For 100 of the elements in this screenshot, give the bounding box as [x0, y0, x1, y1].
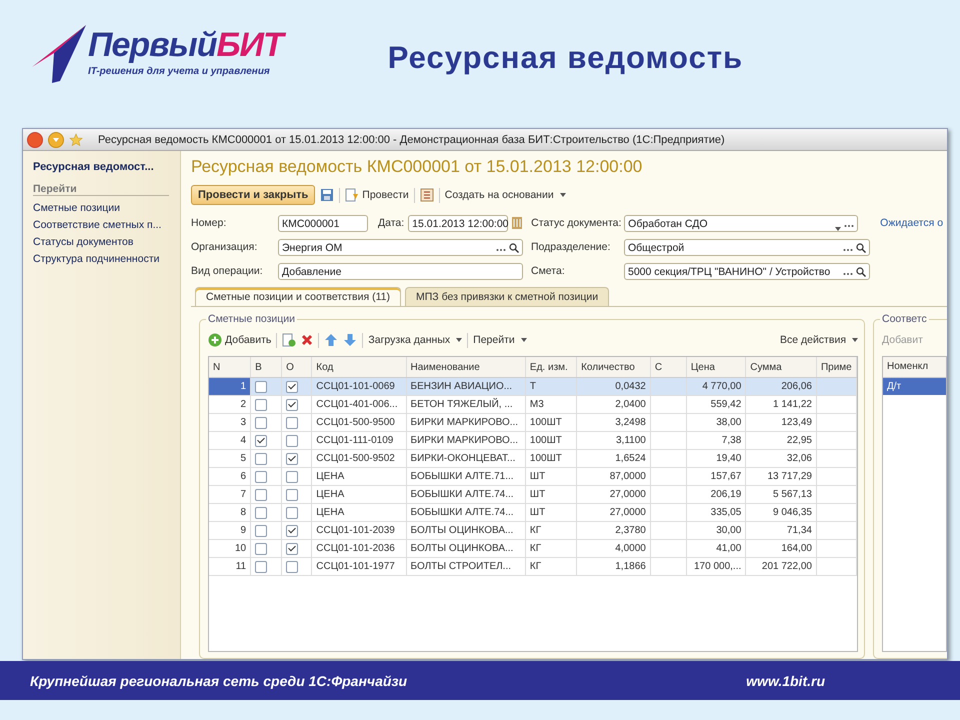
- column-header[interactable]: Количество: [576, 357, 650, 378]
- create-based-on-button[interactable]: Создать на основании: [444, 189, 566, 201]
- checkbox[interactable]: [286, 488, 298, 500]
- checkbox[interactable]: [286, 524, 298, 536]
- tab[interactable]: МПЗ без привязки к сметной позиции: [405, 287, 610, 306]
- date-field[interactable]: 15.01.2013 12:00:00: [408, 214, 508, 232]
- table-cell: ССЦ01-111-0109: [312, 432, 406, 450]
- column-header[interactable]: Наименование: [406, 357, 526, 378]
- app-logo-icon[interactable]: [27, 132, 43, 148]
- checkbox[interactable]: [255, 488, 268, 500]
- column-header[interactable]: Приме: [816, 357, 856, 378]
- table-cell: 1,6524: [576, 450, 650, 468]
- column-header[interactable]: Сумма: [746, 357, 816, 378]
- table-cell: 27,0000: [576, 486, 650, 504]
- column-header[interactable]: N: [209, 357, 251, 378]
- number-field[interactable]: КМС000001: [278, 214, 368, 232]
- table-cell: 7,38: [686, 432, 746, 450]
- tab[interactable]: Сметные позиции и соответствия (11): [195, 287, 402, 306]
- plus-icon: [208, 333, 222, 347]
- checkbox[interactable]: [286, 560, 298, 572]
- table-cell: 206,19: [686, 486, 746, 504]
- checkbox[interactable]: [286, 416, 298, 428]
- table-cell: 123,49: [746, 414, 816, 432]
- menu-icon[interactable]: [48, 132, 64, 148]
- column-header[interactable]: В: [250, 357, 282, 378]
- row-number-cell: 11: [209, 558, 251, 576]
- load-data-button[interactable]: Загрузка данных: [368, 334, 462, 346]
- table-cell: 2,3780: [576, 522, 650, 540]
- post-and-close-button[interactable]: Провести и закрыть: [191, 185, 316, 205]
- field-label: Статус документа:: [531, 217, 622, 229]
- save-icon[interactable]: [320, 188, 334, 202]
- column-header[interactable]: О: [282, 357, 312, 378]
- column-header[interactable]: Цена: [686, 357, 746, 378]
- checkbox[interactable]: [286, 542, 298, 554]
- column-header[interactable]: Код: [312, 357, 406, 378]
- table-cell: КГ: [525, 522, 577, 540]
- checkbox[interactable]: [286, 452, 298, 464]
- table-cell: БОБЫШКИ АЛТЕ.74...: [406, 504, 526, 522]
- checkbox[interactable]: [255, 524, 268, 536]
- checkbox[interactable]: [255, 506, 268, 518]
- department-field[interactable]: Общестрой: [624, 238, 870, 256]
- calendar-icon[interactable]: [511, 216, 524, 230]
- table-cell: ШТ: [525, 468, 577, 486]
- ellipsis-icon[interactable]: [843, 272, 853, 276]
- table-cell: 3,2498: [576, 414, 650, 432]
- table-cell: ЦЕНА: [312, 468, 406, 486]
- operation-type-field[interactable]: Добавление: [278, 262, 523, 280]
- checkbox[interactable]: [286, 434, 298, 446]
- column-header[interactable]: Ед. изм.: [525, 357, 577, 378]
- search-icon[interactable]: [856, 242, 866, 252]
- logo-tagline: IT-решения для учета и управления: [88, 66, 271, 77]
- organization-field[interactable]: Энергия ОМ: [278, 238, 523, 256]
- column-header[interactable]: С: [650, 357, 686, 378]
- checkbox[interactable]: [255, 398, 268, 410]
- search-icon[interactable]: [509, 242, 519, 252]
- checkbox[interactable]: [255, 452, 268, 464]
- sidebar-link[interactable]: Соответствие сметных п...: [33, 217, 162, 234]
- checkbox[interactable]: [255, 434, 268, 446]
- sidebar-link[interactable]: Статусы документов: [33, 234, 134, 251]
- report-icon[interactable]: [420, 188, 434, 202]
- checkbox[interactable]: [255, 380, 268, 392]
- table-cell: 206,06: [746, 378, 816, 396]
- checkbox[interactable]: [255, 560, 268, 572]
- checkbox[interactable]: [255, 470, 268, 482]
- search-icon[interactable]: [856, 266, 866, 276]
- status-field[interactable]: Обработан СДО: [624, 214, 858, 232]
- checkbox[interactable]: [255, 416, 268, 428]
- estimate-field[interactable]: 5000 секция/ТРЦ "ВАНИНО" / Устройство: [624, 262, 870, 280]
- copy-icon[interactable]: [282, 333, 296, 347]
- table-cell: 559,42: [686, 396, 746, 414]
- status-link[interactable]: Ожидается о: [880, 217, 944, 229]
- column-header[interactable]: Номенкл: [883, 357, 946, 378]
- checkbox[interactable]: [286, 380, 298, 392]
- checkbox[interactable]: [286, 398, 298, 410]
- checkbox[interactable]: [255, 542, 268, 554]
- post-button[interactable]: Провести: [345, 188, 409, 202]
- ellipsis-icon[interactable]: [843, 248, 853, 252]
- checkbox[interactable]: [286, 506, 298, 518]
- table-cell: 1 141,22: [746, 396, 816, 414]
- panel-title: Сметные позиции: [206, 313, 298, 325]
- add-button[interactable]: Добавить: [208, 333, 272, 347]
- dropdown-icon[interactable]: [835, 226, 842, 230]
- table-cell: 41,00: [686, 540, 746, 558]
- table-cell: ССЦ01-500-9500: [312, 414, 406, 432]
- table-cell: Т: [525, 378, 577, 396]
- ellipsis-icon[interactable]: [496, 248, 506, 252]
- move-down-icon[interactable]: [343, 333, 358, 347]
- table-cell: БОБЫШКИ АЛТЕ.71...: [406, 468, 526, 486]
- delete-icon[interactable]: [301, 334, 314, 346]
- checkbox[interactable]: [286, 470, 298, 482]
- field-label: Дата:: [377, 217, 406, 229]
- move-up-icon[interactable]: [324, 333, 338, 347]
- star-icon[interactable]: [69, 132, 83, 146]
- all-actions-button[interactable]: Все действия: [780, 334, 858, 346]
- goto-button[interactable]: Перейти: [473, 334, 527, 346]
- sidebar-link[interactable]: Структура подчиненности: [33, 251, 160, 268]
- table-cell: 4 770,00: [686, 378, 746, 396]
- sidebar-link[interactable]: Сметные позиции: [33, 200, 120, 217]
- ellipsis-icon[interactable]: [844, 224, 854, 228]
- website-link[interactable]: www.1bit.ru: [746, 672, 825, 688]
